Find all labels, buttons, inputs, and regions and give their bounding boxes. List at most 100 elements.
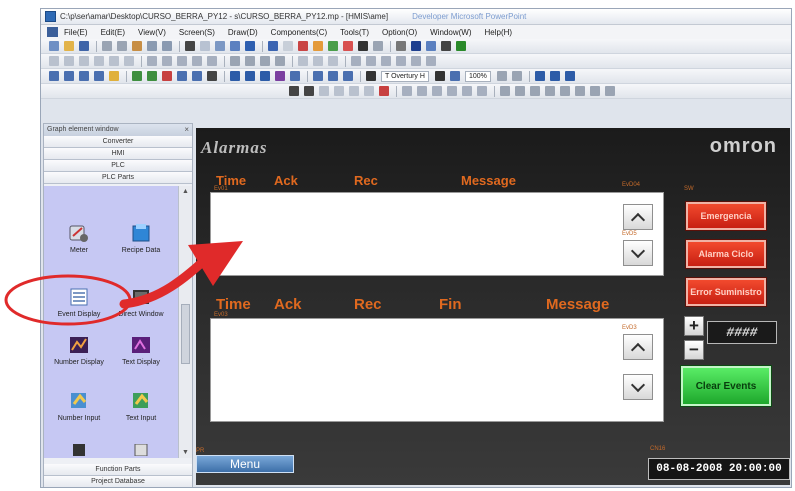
line-icon[interactable]	[283, 41, 293, 51]
layout-2-icon[interactable]	[515, 86, 525, 96]
event-history-list[interactable]	[210, 318, 664, 422]
tile-6-icon[interactable]	[477, 86, 487, 96]
record-icon[interactable]	[177, 71, 187, 81]
text-align-icon[interactable]	[364, 86, 374, 96]
palette-icon[interactable]	[64, 71, 74, 81]
increment-button[interactable]: +	[684, 316, 704, 336]
same-width-icon[interactable]	[147, 56, 157, 66]
menu-file[interactable]: File(E)	[64, 28, 88, 37]
paste-icon[interactable]	[132, 41, 142, 51]
redo-icon[interactable]	[162, 41, 172, 51]
find-icon[interactable]	[185, 41, 195, 51]
upload-icon[interactable]	[328, 71, 338, 81]
category-converter[interactable]: Converter	[44, 136, 192, 148]
bitmap-icon[interactable]	[132, 71, 142, 81]
stop-icon[interactable]	[260, 71, 270, 81]
same-height-icon[interactable]	[162, 56, 172, 66]
history-scroll-up-button[interactable]	[623, 334, 653, 360]
category-function-parts[interactable]: Function Parts	[44, 464, 192, 476]
monitor-icon[interactable]	[290, 71, 300, 81]
simulation-icon[interactable]	[456, 41, 466, 51]
ellipse-icon[interactable]	[313, 41, 323, 51]
nudge-right-icon[interactable]	[366, 56, 376, 66]
space-horizontal-icon[interactable]	[192, 56, 202, 66]
macro-icon[interactable]	[192, 71, 202, 81]
polygon-icon[interactable]	[328, 41, 338, 51]
send-back-icon[interactable]	[275, 56, 285, 66]
menu-tools[interactable]: Tools(T)	[340, 28, 369, 37]
scroll-thumb[interactable]	[181, 304, 190, 364]
tile-4-icon[interactable]	[447, 86, 457, 96]
picture-icon[interactable]	[147, 71, 157, 81]
frame-3-icon[interactable]	[564, 71, 575, 81]
screen-icon[interactable]	[230, 41, 240, 51]
zoom-in-icon[interactable]	[496, 71, 507, 81]
alarm-icon[interactable]	[162, 71, 172, 81]
supply-error-button[interactable]: Error Suministro	[686, 278, 766, 306]
history-scroll-down-button[interactable]	[623, 374, 653, 400]
frame-1-icon[interactable]	[534, 71, 545, 81]
group-icon[interactable]	[230, 56, 240, 66]
open-icon[interactable]	[64, 41, 74, 51]
download-icon[interactable]	[313, 71, 323, 81]
tile-3-icon[interactable]	[432, 86, 442, 96]
copy-icon[interactable]	[117, 41, 127, 51]
menu-draw[interactable]: Draw(D)	[228, 28, 258, 37]
same-size-icon[interactable]	[177, 56, 187, 66]
part-number-display[interactable]: Number Display	[48, 334, 110, 367]
layout-7-icon[interactable]	[590, 86, 600, 96]
flip-icon[interactable]	[313, 56, 323, 66]
layout-5-icon[interactable]	[560, 86, 570, 96]
tile-1-icon[interactable]	[402, 86, 412, 96]
step-icon[interactable]	[245, 71, 255, 81]
align-bottom-icon[interactable]	[124, 56, 134, 66]
grid-icon[interactable]	[200, 41, 210, 51]
layout-8-icon[interactable]	[605, 86, 615, 96]
alarm-event-list[interactable]	[210, 192, 664, 276]
snap-icon[interactable]	[411, 56, 421, 66]
frame-2-icon[interactable]	[549, 71, 560, 81]
menu-view[interactable]: View(V)	[138, 28, 166, 37]
tile-5-icon[interactable]	[462, 86, 472, 96]
debug-icon[interactable]	[275, 71, 285, 81]
menu-screen[interactable]: Screen(S)	[179, 28, 215, 37]
frame-icon[interactable]	[396, 41, 406, 51]
part-text-display[interactable]: Text Display	[110, 334, 172, 367]
align-left-icon[interactable]	[49, 56, 59, 66]
decrement-button[interactable]: −	[684, 340, 704, 360]
nudge-down-icon[interactable]	[396, 56, 406, 66]
image-icon[interactable]	[373, 41, 383, 51]
menu-edit[interactable]: Edit(E)	[101, 28, 125, 37]
play-icon[interactable]	[230, 71, 240, 81]
category-plc-parts[interactable]: PLC Parts	[44, 172, 192, 184]
line-width-icon[interactable]	[304, 86, 314, 96]
menu-option[interactable]: Option(O)	[382, 28, 417, 37]
rectangle-icon[interactable]	[298, 41, 308, 51]
compare-icon[interactable]	[343, 71, 353, 81]
bold-icon[interactable]	[319, 86, 329, 96]
line-style-icon[interactable]	[289, 86, 299, 96]
clear-events-button[interactable]: Clear Events	[681, 366, 771, 406]
layout-3-icon[interactable]	[530, 86, 540, 96]
bring-front-icon[interactable]	[260, 56, 270, 66]
close-icon[interactable]: ×	[184, 124, 189, 136]
alarm-cycle-button[interactable]: Alarma Ciclo	[686, 240, 766, 268]
menu-help[interactable]: Help(H)	[485, 28, 513, 37]
part-direct-window[interactable]: Direct Window	[110, 286, 172, 319]
font-icon[interactable]	[366, 71, 376, 81]
compile-icon[interactable]	[207, 71, 217, 81]
text-tool-icon[interactable]	[358, 41, 368, 51]
part-event-display[interactable]: Event Display	[48, 286, 110, 319]
project-icon[interactable]	[47, 27, 58, 37]
event-scroll-down-button[interactable]	[623, 240, 653, 266]
align-center-icon[interactable]	[64, 56, 74, 66]
category-plc[interactable]: PLC	[44, 160, 192, 172]
align-top-icon[interactable]	[94, 56, 104, 66]
parts-scrollbar[interactable]: ▲ ▼	[178, 186, 192, 458]
display-part-icon[interactable]	[441, 41, 451, 51]
fill-icon[interactable]	[343, 41, 353, 51]
space-vertical-icon[interactable]	[207, 56, 217, 66]
italic-icon[interactable]	[334, 86, 344, 96]
rotate-icon[interactable]	[298, 56, 308, 66]
part-meter[interactable]: Meter	[48, 222, 110, 255]
